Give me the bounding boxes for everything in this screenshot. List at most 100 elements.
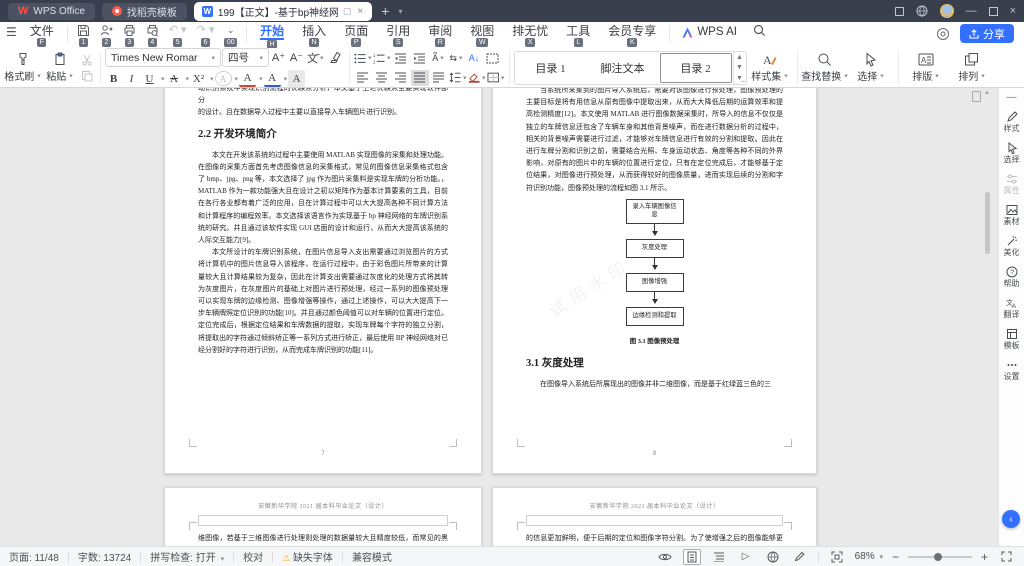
page-view-button[interactable] bbox=[682, 548, 701, 565]
style-gallery-down-icon[interactable]: ▼ bbox=[736, 64, 743, 71]
paste-button[interactable]: 粘贴 ▾ bbox=[41, 50, 78, 86]
style-toc2-selected[interactable]: 目录 2 bbox=[659, 52, 732, 83]
word-count[interactable]: 字数: 13724 bbox=[78, 549, 131, 564]
zoom-in-button[interactable]: + bbox=[981, 550, 988, 564]
globe-icon[interactable] bbox=[916, 5, 928, 17]
undo-button[interactable]: ↶ ▾ 5 bbox=[164, 24, 192, 47]
increase-font-button[interactable]: A⁺ bbox=[270, 49, 287, 66]
scrollbar-thumb[interactable] bbox=[985, 192, 990, 254]
sidebar-expand-button[interactable]: ‹ bbox=[1002, 510, 1020, 528]
sidebar-item-properties[interactable]: 属性 bbox=[1004, 173, 1020, 195]
underline-button[interactable]: U bbox=[141, 70, 158, 87]
distribute-button[interactable] bbox=[430, 70, 448, 86]
document-page-4[interactable]: 安徽新华学院 2021 届本科毕业论文（设计） 的信息更加鲜明，便于后期的定位和… bbox=[492, 487, 817, 546]
justify-button[interactable] bbox=[410, 69, 429, 86]
borders-button[interactable]: ▾ bbox=[486, 70, 505, 86]
zoom-slider[interactable] bbox=[907, 552, 972, 561]
zoom-out-button[interactable]: − bbox=[892, 550, 899, 564]
increase-indent-button[interactable] bbox=[411, 50, 429, 66]
fullscreen-button[interactable] bbox=[997, 549, 1015, 565]
typeset-button[interactable]: A 排版 ▾ bbox=[903, 50, 949, 86]
close-button[interactable]: × bbox=[1010, 5, 1016, 17]
page-indicator[interactable]: 页面: 11/48 bbox=[9, 549, 59, 564]
text-direction-button[interactable]: ⇆ ▾ bbox=[448, 50, 465, 67]
sidebar-item-assets[interactable]: 素材 bbox=[1004, 204, 1020, 226]
tab-list-button[interactable]: ▾ bbox=[398, 7, 402, 16]
style-gallery-up-icon[interactable]: ▲ bbox=[736, 54, 743, 61]
copy-icon[interactable] bbox=[81, 70, 93, 82]
align-center-button[interactable] bbox=[373, 70, 391, 86]
select-button[interactable]: 选择 ▾ bbox=[848, 50, 894, 86]
clear-format-icon[interactable] bbox=[329, 51, 342, 64]
font-color-button[interactable]: A bbox=[263, 70, 281, 87]
tab-review[interactable]: 审阅 R bbox=[419, 24, 461, 47]
zoom-slider-knob[interactable] bbox=[933, 552, 942, 561]
minimize-button[interactable]: — bbox=[966, 5, 977, 17]
find-replace-button[interactable]: 查找替换 ▾ bbox=[801, 50, 848, 86]
sidebar-item-translate[interactable]: 文A 翻译 bbox=[1004, 297, 1020, 319]
bold-button[interactable]: B bbox=[105, 70, 122, 87]
appearance-icon[interactable] bbox=[936, 27, 950, 41]
tab-page[interactable]: 页面 P bbox=[335, 24, 377, 47]
tab-insert[interactable]: 插入 N bbox=[293, 24, 335, 47]
search-button[interactable] bbox=[745, 24, 774, 37]
phonetic-guide-button[interactable]: 文̄ ▾ bbox=[306, 49, 325, 66]
document-page-3[interactable]: 安徽新华学院 2021 届本科毕业论文（设计） 维图像，若基于三维图像进行处理则… bbox=[164, 487, 482, 546]
style-gallery-more-icon[interactable]: ▼̲ bbox=[736, 75, 743, 82]
align-right-button[interactable] bbox=[392, 70, 410, 86]
superscript-button[interactable]: X² bbox=[190, 70, 207, 87]
sidebar-item-beautify[interactable]: 美化 bbox=[1004, 235, 1020, 257]
sidebar-item-styles[interactable]: 样式 bbox=[1004, 111, 1020, 133]
tab-view[interactable]: 视图 W bbox=[461, 24, 503, 47]
line-spacing-button[interactable]: ▾ bbox=[449, 70, 467, 86]
spellcheck-status[interactable]: 拼写检查: 打开 ▾ bbox=[150, 549, 224, 564]
export-pdf-button[interactable]: 2 bbox=[95, 24, 118, 47]
customize-quick-access-button[interactable]: ⌄ 00 bbox=[219, 24, 242, 47]
chevron-down-icon[interactable]: ▾ bbox=[259, 75, 263, 82]
user-avatar[interactable] bbox=[939, 4, 954, 18]
print-button[interactable]: 3 bbox=[118, 24, 141, 47]
sort-button[interactable]: A↓ bbox=[466, 50, 483, 67]
tab-close-icon[interactable]: × bbox=[356, 6, 364, 17]
outline-view-button[interactable] bbox=[710, 549, 728, 565]
proofread-button[interactable]: 校对 bbox=[243, 549, 263, 564]
tab-docer-templates[interactable]: 找稻壳模板 bbox=[101, 2, 187, 20]
tab-home[interactable]: 开始 H bbox=[251, 24, 293, 49]
tab-references[interactable]: 引用 S bbox=[377, 24, 419, 47]
cut-icon[interactable] bbox=[81, 54, 93, 66]
zoom-level[interactable]: 68% ▾ bbox=[855, 551, 883, 562]
document-page-1[interactable]: 动识别系统中实现识别流程的优缺点分析，本文基于上述优缺点主要实现软件部分 的设计… bbox=[164, 88, 482, 474]
strikethrough-button[interactable]: A bbox=[166, 70, 183, 87]
sidebar-item-settings[interactable]: 设置 bbox=[1004, 359, 1020, 381]
highlight-button[interactable]: A bbox=[239, 70, 257, 87]
numbered-list-button[interactable]: 1 2 ▾ bbox=[373, 50, 391, 66]
chevron-down-icon[interactable]: ▾ bbox=[186, 75, 190, 82]
app-menu-button[interactable]: W WPS Office bbox=[8, 2, 95, 20]
decrease-font-button[interactable]: A⁻ bbox=[288, 49, 305, 66]
text-effects-button[interactable]: A bbox=[214, 71, 232, 86]
menu-file[interactable]: 文件 F bbox=[21, 24, 63, 47]
read-mode-button[interactable]: ▷ bbox=[737, 549, 755, 565]
ruler-toggle-icon[interactable] bbox=[972, 91, 981, 102]
style-footnote[interactable]: 脚注文本 bbox=[587, 52, 659, 84]
fit-page-button[interactable] bbox=[828, 549, 846, 565]
vertical-scrollbar[interactable]: ▲ bbox=[972, 88, 991, 546]
save-button[interactable]: 1 bbox=[72, 24, 95, 47]
restore-button[interactable] bbox=[988, 6, 998, 16]
chevron-down-icon[interactable]: ▾ bbox=[284, 75, 288, 82]
wps-ai-button[interactable]: WPS AI bbox=[674, 24, 745, 40]
sidebar-item-help[interactable]: ? 帮助 bbox=[1004, 266, 1020, 288]
tab-member[interactable]: 会员专享 K bbox=[599, 24, 665, 47]
font-size-select[interactable]: 四号 ▾ bbox=[222, 48, 269, 67]
arrange-button[interactable]: 排列 ▾ bbox=[949, 50, 995, 86]
print-preview-button[interactable]: 4 bbox=[141, 24, 164, 47]
document-canvas[interactable]: 动识别系统中实现识别流程的优缺点分析，本文基于上述优缺点主要实现软件部分 的设计… bbox=[0, 88, 998, 546]
tab-document[interactable]: W 199【正文】-基于bp神经网... ▢ × bbox=[193, 1, 373, 21]
italic-button[interactable]: I bbox=[123, 70, 140, 87]
sidebar-item-templates[interactable]: 模板 bbox=[1004, 328, 1020, 350]
chevron-down-icon[interactable]: ▾ bbox=[161, 75, 165, 82]
chevron-down-icon[interactable]: ▾ bbox=[210, 75, 214, 82]
tab-tools[interactable]: 工具 L bbox=[557, 24, 599, 47]
sidebar-item-select[interactable]: 选择 bbox=[1004, 142, 1020, 164]
sidebar-collapse-button[interactable]: — bbox=[1007, 93, 1017, 103]
